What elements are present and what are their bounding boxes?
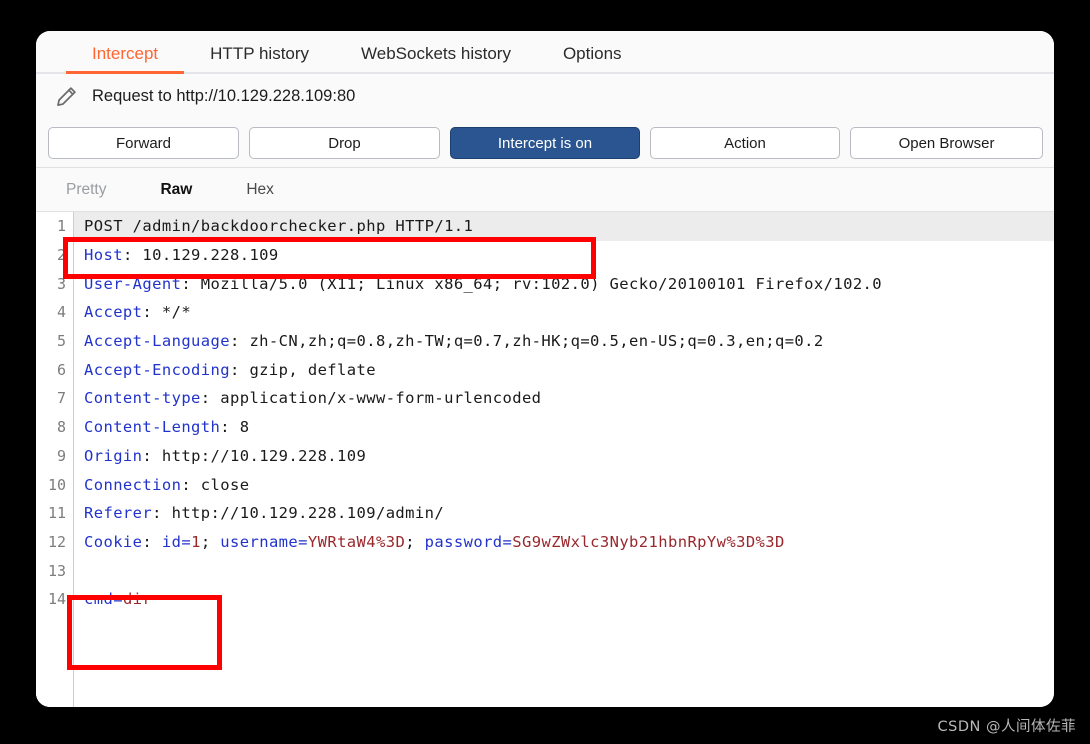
request-line: 7 Content-type: application/x-www-form-ur…	[36, 384, 1054, 413]
line-number: 8	[56, 418, 66, 437]
line-number: 3	[56, 274, 66, 293]
tab-websockets-history[interactable]: WebSockets history	[335, 45, 537, 72]
line-number: 7	[56, 389, 66, 408]
line-number: 13	[47, 561, 66, 580]
burp-suite-window: Intercept HTTP history WebSockets histor…	[36, 31, 1054, 707]
line-number: 9	[56, 446, 66, 465]
line-content: cmd = dir	[84, 590, 153, 609]
line-content: Content-Length: 8	[84, 418, 250, 437]
request-line: 13	[36, 556, 1054, 585]
request-line: 8 Content-Length: 8	[36, 413, 1054, 442]
request-line: 2 Host: 10.129.228.109	[36, 241, 1054, 270]
intercept-toolbar: Forward Drop Intercept is on Action Open…	[36, 119, 1054, 168]
intercept-toggle-button[interactable]: Intercept is on	[450, 127, 640, 159]
line-content: Accept-Language: zh-CN,zh;q=0.8,zh-TW;q=…	[84, 332, 824, 351]
line-content	[74, 556, 1054, 585]
line-number: 1	[56, 217, 66, 236]
request-target-title: Request to http://10.129.228.109:80	[92, 87, 356, 105]
message-view-tabs: Pretty Raw Hex	[36, 168, 1054, 212]
view-tab-raw[interactable]: Raw	[160, 181, 218, 199]
request-editor[interactable]: 1 POST /admin/backdoorchecker.php HTTP/1.…	[36, 212, 1054, 707]
request-title-row: Request to http://10.129.228.109:80	[36, 74, 1054, 119]
forward-button[interactable]: Forward	[48, 127, 239, 159]
request-line: 6 Accept-Encoding: gzip, deflate	[36, 355, 1054, 384]
request-line: 11 Referer: http://10.129.228.109/admin/	[36, 499, 1054, 528]
request-line: 14 cmd = dir	[36, 585, 1054, 614]
request-line: 5 Accept-Language: zh-CN,zh;q=0.8,zh-TW;q…	[36, 327, 1054, 356]
line-content: User-Agent: Mozilla/5.0 (X11; Linux x86_…	[84, 274, 883, 293]
open-browser-button[interactable]: Open Browser	[850, 127, 1043, 159]
request-line: 4 Accept: */*	[36, 298, 1054, 327]
line-number: 4	[56, 303, 66, 322]
line-content: POST /admin/backdoorchecker.php HTTP/1.1	[74, 212, 1054, 241]
line-content: Content-type: application/x-www-form-url…	[84, 389, 542, 408]
tab-options[interactable]: Options	[537, 45, 648, 72]
action-button[interactable]: Action	[650, 127, 840, 159]
pencil-icon	[50, 81, 82, 113]
request-line: 1 POST /admin/backdoorchecker.php HTTP/1.…	[36, 212, 1054, 241]
watermark-text: CSDN @人间体佐菲	[937, 719, 1076, 735]
screenshot-root: Intercept HTTP history WebSockets histor…	[0, 0, 1090, 744]
tab-http-history[interactable]: HTTP history	[184, 45, 335, 72]
line-content: Referer: http://10.129.228.109/admin/	[84, 504, 445, 523]
view-tab-pretty[interactable]: Pretty	[66, 181, 132, 199]
request-line: 9 Origin: http://10.129.228.109	[36, 442, 1054, 471]
request-raw-text[interactable]: 1 POST /admin/backdoorchecker.php HTTP/1.…	[36, 212, 1054, 707]
line-content: Cookie: id = 1; username = YWRtaW4%3D; passw…	[84, 532, 785, 551]
request-line: 3 User-Agent: Mozilla/5.0 (X11; Linux x86…	[36, 269, 1054, 298]
line-content: Connection: close	[84, 475, 250, 494]
line-number: 14	[47, 590, 66, 609]
view-tab-hex[interactable]: Hex	[246, 181, 300, 199]
line-number: 12	[47, 532, 66, 551]
tab-intercept[interactable]: Intercept	[66, 45, 185, 74]
main-tab-bar: Intercept HTTP history WebSockets histor…	[36, 31, 1054, 74]
line-number: 11	[47, 504, 66, 523]
line-content: Host: 10.129.228.109	[84, 246, 279, 265]
line-number: 10	[47, 475, 66, 494]
drop-button[interactable]: Drop	[249, 127, 440, 159]
line-number: 2	[56, 246, 66, 265]
line-number: 6	[56, 360, 66, 379]
line-number: 5	[56, 332, 66, 351]
line-content: Accept-Encoding: gzip, deflate	[84, 360, 376, 379]
line-content: Accept: */*	[84, 303, 192, 322]
request-line: 12 Cookie: id = 1; username = YWRtaW4%3D; pas…	[36, 528, 1054, 557]
request-line: 10 Connection: close	[36, 470, 1054, 499]
line-content: Origin: http://10.129.228.109	[84, 446, 367, 465]
